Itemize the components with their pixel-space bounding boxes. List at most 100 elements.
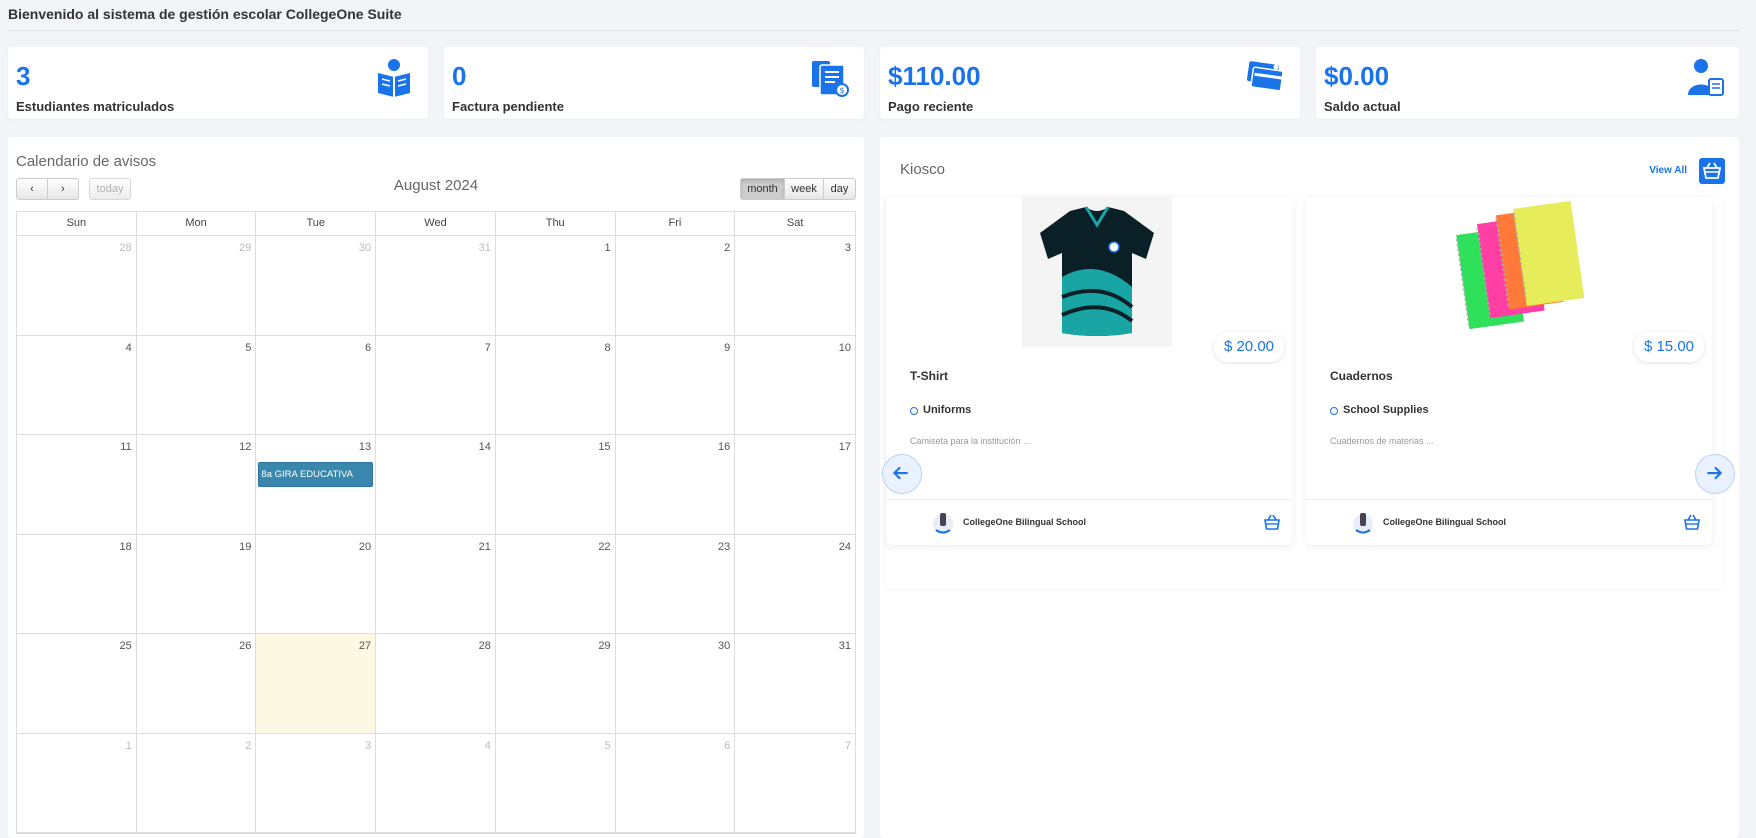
calendar-day-cell[interactable]: 29 — [495, 634, 616, 734]
view-all-basket-button[interactable] — [1699, 158, 1725, 184]
calendar-day-cell[interactable]: 4 — [376, 733, 496, 833]
day-number: 21 — [478, 540, 491, 553]
weekday-label: Fri — [616, 212, 736, 235]
calendar-day-cell[interactable]: 26 — [136, 634, 257, 734]
calendar-day-cell[interactable]: 7 — [735, 734, 855, 833]
product-price: $ 20.00 — [1213, 332, 1284, 362]
calendar-day-cell[interactable]: 17 — [735, 435, 855, 535]
student-reading-icon — [378, 59, 410, 97]
product-name[interactable]: Cuadernos — [1330, 369, 1393, 383]
day-number: 25 — [119, 640, 132, 652]
calendar-day-cell[interactable]: 13 8a GIRA EDUCATIVA — [256, 435, 377, 535]
calendar-title: Calendario de avisos — [16, 153, 157, 170]
day-number: 12 — [239, 441, 252, 453]
stat-card-invoice[interactable]: 0 Factura pendiente $ — [444, 47, 864, 119]
calendar-day-cell[interactable]: 18 — [17, 534, 137, 634]
add-to-cart-icon[interactable] — [1682, 512, 1702, 532]
day-number: 6 — [724, 739, 731, 752]
school-logo-icon — [933, 513, 953, 534]
day-number: 22 — [598, 540, 611, 553]
day-number: 8 — [604, 341, 611, 354]
calendar-day-cell[interactable]: 19 — [136, 534, 257, 634]
calendar-day-cell[interactable]: 25 — [17, 634, 137, 734]
calendar-day-cell[interactable]: 21 — [376, 534, 496, 634]
calendar-day-cell[interactable]: 3 — [256, 733, 377, 833]
calendar-day-cell[interactable]: 14 — [376, 435, 496, 535]
calendar-day-cell[interactable]: 8 — [495, 335, 616, 435]
calendar-day-cell[interactable]: 15 — [495, 435, 616, 535]
calendar-day-cell[interactable]: 4 — [17, 335, 137, 435]
day-number: 2 — [724, 242, 731, 254]
stat-card-balance[interactable]: $0.00 Saldo actual — [1316, 47, 1739, 119]
product-name[interactable]: T-Shirt — [910, 369, 948, 383]
weekday-label: Thu — [496, 212, 616, 235]
arrow-right-icon — [1707, 466, 1723, 480]
day-number: 14 — [478, 441, 491, 453]
calendar-day-cell[interactable]: 3 — [735, 236, 855, 336]
svg-text:$: $ — [839, 86, 844, 95]
weekday-label: Wed — [376, 212, 496, 235]
carousel-next-button[interactable] — [1695, 454, 1735, 494]
view-week-button[interactable]: week — [784, 178, 824, 200]
stat-value: 3 — [16, 61, 31, 91]
day-number: 16 — [718, 441, 731, 453]
credit-card-icon — [1247, 61, 1284, 92]
calendar-weekday-header: Sun Mon Tue Wed Thu Fri Sat — [17, 212, 855, 236]
day-number: 31 — [478, 242, 491, 254]
view-all-link[interactable]: View All — [1649, 165, 1687, 176]
calendar-day-cell[interactable]: 24 — [735, 535, 855, 634]
calendar-day-cell[interactable]: 31 — [735, 634, 855, 734]
weekday-label: Tue — [256, 212, 377, 235]
calendar-day-cell[interactable]: 29 — [136, 236, 257, 336]
calendar-day-cell[interactable]: 2 — [615, 236, 736, 336]
day-number: 5 — [245, 341, 252, 354]
calendar-day-cell[interactable]: 28 — [376, 634, 496, 734]
calendar-day-cell[interactable]: 20 — [256, 534, 377, 634]
product-card[interactable]: $ 20.00 T-Shirt Uniforms Camiseta para l… — [886, 197, 1292, 545]
calendar-day-cell[interactable]: 5 — [495, 733, 616, 833]
day-number: 4 — [125, 341, 132, 354]
day-number: 6 — [365, 341, 372, 354]
invoice-icon: $ — [812, 61, 849, 97]
arrow-left-icon — [892, 466, 908, 480]
add-to-cart-icon[interactable] — [1262, 512, 1282, 532]
calendar-day-cell[interactable]: 6 — [615, 733, 736, 833]
day-number: 28 — [478, 640, 491, 652]
calendar-day-cell[interactable]: 30 — [256, 236, 377, 336]
calendar-day-cell[interactable]: 16 — [615, 435, 736, 535]
calendar-day-cell[interactable]: 27 — [256, 634, 377, 734]
calendar-day-cell[interactable]: 5 — [136, 335, 257, 435]
day-number: 26 — [239, 640, 252, 652]
school-logo-icon — [1353, 513, 1373, 534]
calendar-day-cell[interactable]: 28 — [17, 236, 137, 336]
calendar-day-cell[interactable]: 22 — [495, 534, 616, 634]
stat-card-payment[interactable]: $110.00 Pago reciente — [880, 47, 1300, 119]
page-title: Bienvenido al sistema de gestión escolar… — [8, 6, 402, 22]
calendar-day-cell[interactable]: 6 — [256, 335, 377, 435]
stat-label: Saldo actual — [1324, 99, 1401, 114]
calendar-day-cell[interactable]: 7 — [376, 335, 496, 435]
day-number: 15 — [598, 441, 611, 453]
page-header: Bienvenido al sistema de gestión escolar… — [8, 0, 1740, 31]
calendar-day-cell[interactable]: 10 — [735, 336, 855, 435]
calendar-day-cell[interactable]: 30 — [615, 634, 736, 734]
calendar-day-cell[interactable]: 1 — [495, 236, 616, 336]
stat-card-students[interactable]: 3 Estudiantes matriculados — [8, 47, 428, 119]
view-month-button[interactable]: month — [740, 178, 785, 200]
calendar-day-cell[interactable]: 12 — [136, 435, 257, 535]
calendar-event[interactable]: 8a GIRA EDUCATIVA — [258, 462, 374, 487]
product-card[interactable]: $ 15.00 Cuadernos School Supplies Cuader… — [1306, 197, 1712, 545]
day-number: 3 — [365, 739, 372, 752]
calendar-day-cell[interactable]: 9 — [615, 335, 736, 435]
calendar-day-cell[interactable]: 11 — [17, 435, 137, 535]
weekday-label: Sun — [17, 212, 137, 235]
calendar-day-cell[interactable]: 2 — [136, 733, 257, 833]
calendar-day-cell[interactable]: 31 — [376, 236, 496, 336]
carousel-prev-button[interactable] — [882, 454, 922, 494]
basket-icon — [1702, 162, 1722, 179]
product-description: Camiseta para la institución ... — [910, 436, 1031, 446]
calendar-day-cell[interactable]: 1 — [17, 733, 137, 833]
calendar-day-cell[interactable]: 23 — [615, 534, 736, 634]
day-number: 30 — [358, 242, 372, 254]
view-day-button[interactable]: day — [823, 178, 856, 200]
